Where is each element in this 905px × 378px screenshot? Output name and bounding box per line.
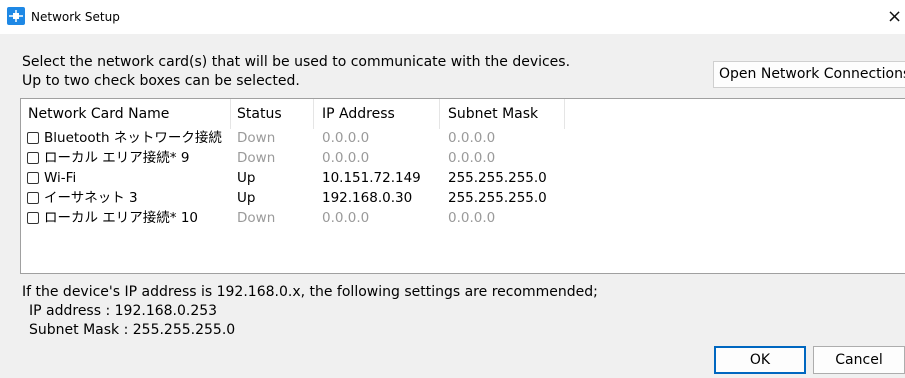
cancel-button[interactable]: Cancel (813, 346, 905, 374)
instructions: Select the network card(s) that will be … (22, 53, 570, 91)
header-status[interactable]: Status (237, 105, 282, 123)
header-network-card-name[interactable]: Network Card Name (28, 105, 169, 123)
recommendation-line: If the device's IP address is 192.168.0.… (22, 284, 598, 300)
table-row[interactable]: Bluetooth ネットワーク接続 Down 0.0.0.0 0.0.0.0 (21, 129, 905, 147)
row-checkbox[interactable] (27, 212, 39, 224)
subnet-mask-value: 0.0.0.0 (448, 210, 496, 226)
open-network-connections-button[interactable]: Open Network Connections (713, 61, 905, 88)
row-checkbox[interactable] (27, 172, 39, 184)
subnet-mask-value: 255.255.255.0 (448, 170, 547, 186)
network-setup-icon (7, 7, 25, 25)
network-card-table: Network Card Name Status IP Address Subn… (20, 98, 905, 274)
close-button[interactable]: × (887, 0, 905, 34)
table-row[interactable]: Wi-Fi Up 10.151.72.149 255.255.255.0 (21, 169, 905, 187)
subnet-mask-value: 0.0.0.0 (448, 150, 496, 166)
ip-address-value: 0.0.0.0 (322, 210, 370, 226)
network-card-name: ローカル エリア接続* 10 (44, 210, 199, 226)
recommendation-text: If the device's IP address is 192.168.0.… (22, 283, 598, 340)
status-value: Down (237, 150, 276, 166)
ip-address-value: 192.168.0.30 (322, 190, 413, 206)
header-ip-address[interactable]: IP Address (322, 105, 395, 123)
instruction-line-2: Up to two check boxes can be selected. (22, 73, 300, 89)
table-row[interactable]: ローカル エリア接続* 10 Down 0.0.0.0 0.0.0.0 (21, 209, 905, 227)
status-value: Down (237, 210, 276, 226)
column-divider[interactable] (313, 99, 314, 129)
recommended-ip-address: IP address : 192.168.0.253 (29, 303, 218, 319)
column-divider[interactable] (439, 99, 440, 129)
row-checkbox[interactable] (27, 152, 39, 164)
row-checkbox[interactable] (27, 192, 39, 204)
status-value: Up (237, 190, 256, 206)
table-row[interactable]: ローカル エリア接続* 9 Down 0.0.0.0 0.0.0.0 (21, 149, 905, 167)
network-card-name: ローカル エリア接続* 9 (44, 150, 190, 166)
network-card-name: イーサネット 3 (44, 190, 138, 206)
table-row[interactable]: イーサネット 3 Up 192.168.0.30 255.255.255.0 (21, 189, 905, 207)
network-setup-dialog: Network Setup × Select the network card(… (0, 0, 905, 378)
header-subnet-mask[interactable]: Subnet Mask (448, 105, 538, 123)
status-value: Up (237, 170, 256, 186)
network-card-name: Wi-Fi (44, 170, 77, 186)
ip-address-value: 0.0.0.0 (322, 130, 370, 146)
recommended-subnet-mask: Subnet Mask : 255.255.255.0 (29, 322, 236, 338)
subnet-mask-value: 255.255.255.0 (448, 190, 547, 206)
table-header: Network Card Name Status IP Address Subn… (21, 99, 905, 129)
row-checkbox[interactable] (27, 132, 39, 144)
network-card-name: Bluetooth ネットワーク接続 (44, 130, 222, 146)
ip-address-value: 0.0.0.0 (322, 150, 370, 166)
subnet-mask-value: 0.0.0.0 (448, 130, 496, 146)
ok-button[interactable]: OK (714, 346, 806, 374)
ip-address-value: 10.151.72.149 (322, 170, 421, 186)
column-divider[interactable] (564, 99, 565, 129)
column-divider[interactable] (230, 99, 231, 129)
title-bar: Network Setup × (0, 0, 905, 34)
status-value: Down (237, 130, 276, 146)
instruction-line-1: Select the network card(s) that will be … (22, 54, 571, 70)
window-title: Network Setup (31, 10, 120, 24)
